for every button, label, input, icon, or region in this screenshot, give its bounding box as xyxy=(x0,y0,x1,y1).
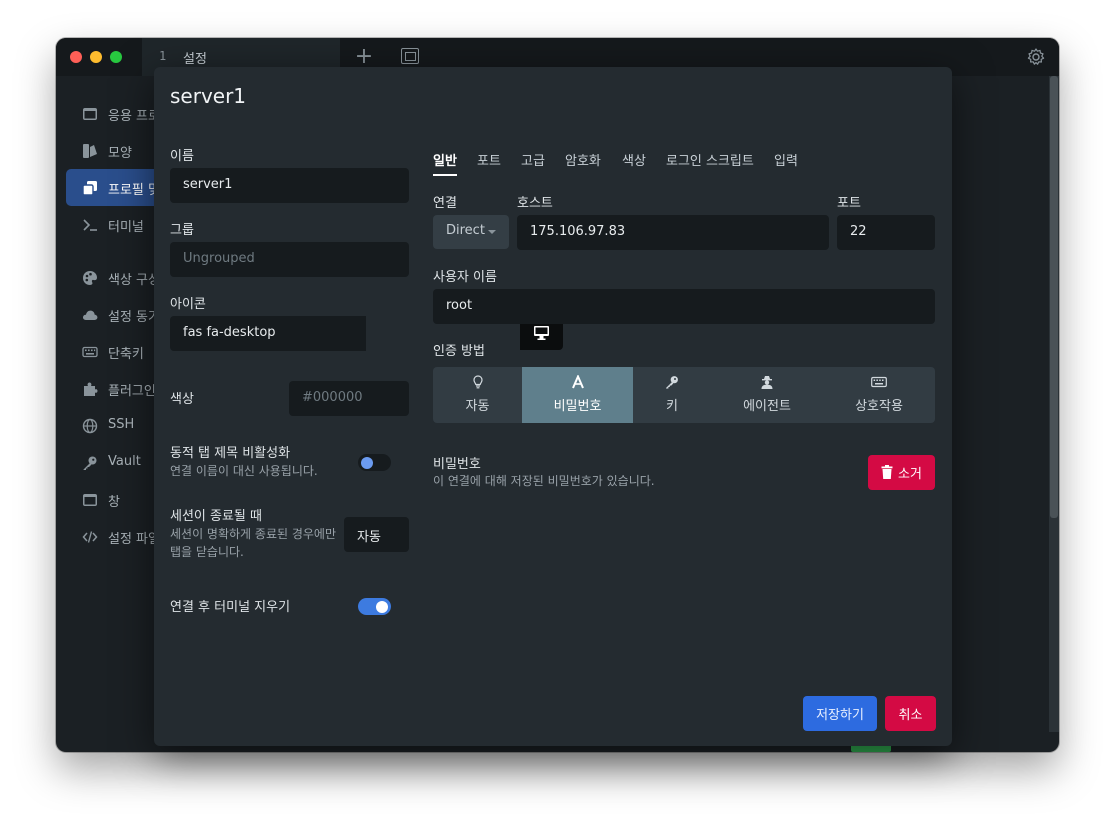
profile-edit-modal: server1 이름 server1 그룹 Ungrouped 아이콘 fas … xyxy=(154,67,952,746)
sidebar-item-label: 터미널 xyxy=(108,220,144,235)
group-label: 그룹 xyxy=(170,223,194,238)
delete-password-button[interactable]: 소거 xyxy=(868,455,935,490)
auth-option-label: 자동 xyxy=(465,399,490,414)
dynamic-title-label: 동적 탭 제목 비활성화 xyxy=(170,446,291,461)
tab-login-scripts[interactable]: 로그인 스크립트 xyxy=(666,150,754,169)
sidebar-item-label: 설정 파일 xyxy=(108,532,160,547)
tab-title: 설정 xyxy=(183,52,207,67)
group-input[interactable]: Ungrouped xyxy=(170,242,409,277)
auth-option-label: 키 xyxy=(666,399,678,414)
auth-option-auto[interactable]: 자동 xyxy=(433,367,522,423)
cancel-button[interactable]: 취소 xyxy=(885,696,936,731)
puzzle-icon xyxy=(84,382,98,396)
dynamic-title-toggle[interactable] xyxy=(358,454,391,471)
session-end-select[interactable]: 자동 xyxy=(344,517,409,552)
sidebar-item-label: Vault xyxy=(108,454,141,469)
clear-terminal-toggle[interactable] xyxy=(358,598,391,615)
tab-advanced[interactable]: 고급 xyxy=(521,150,545,169)
sidebar-item-label: 설정 동기 xyxy=(108,310,160,325)
name-label: 이름 xyxy=(170,149,194,164)
user-secret-icon xyxy=(761,376,773,389)
port-label: 포트 xyxy=(837,196,861,211)
main-scrollbar[interactable] xyxy=(1049,76,1059,732)
toggle-knob xyxy=(376,601,388,613)
connection-select[interactable]: Direct xyxy=(433,215,509,249)
layers-icon xyxy=(82,181,97,196)
save-button[interactable]: 저장하기 xyxy=(803,696,877,731)
icon-label: 아이콘 xyxy=(170,297,206,312)
session-end-desc: 세션이 명확하게 종료된 경우에만 탭을 닫습니다. xyxy=(170,527,337,559)
close-window-button[interactable] xyxy=(70,51,82,63)
sidebar-item-label: 모양 xyxy=(108,146,132,161)
key-icon xyxy=(666,376,678,389)
username-label: 사용자 이름 xyxy=(433,270,497,285)
modal-title: server1 xyxy=(170,84,247,108)
name-input[interactable]: server1 xyxy=(170,168,409,203)
tab-input[interactable]: 입력 xyxy=(774,150,798,169)
auth-option-agent[interactable]: 에이전트 xyxy=(711,367,823,423)
terminal-icon xyxy=(83,219,97,231)
trash-icon xyxy=(881,465,893,479)
font-icon xyxy=(571,375,584,389)
sidebar-item-label: 색상 구성 xyxy=(108,273,160,288)
host-input[interactable]: 175.106.97.83 xyxy=(517,215,829,250)
sidebar-item-label: 창 xyxy=(108,495,120,510)
sidebar-item-label: 프로필 및 xyxy=(108,183,160,198)
paint-brush-icon xyxy=(83,144,97,158)
color-input[interactable]: #000000 xyxy=(289,381,409,416)
keyboard-icon xyxy=(871,376,887,388)
toggle-knob xyxy=(361,457,373,469)
dynamic-title-desc: 연결 이름이 대신 사용됩니다. xyxy=(170,464,318,478)
globe-icon xyxy=(82,418,98,434)
username-input[interactable]: root xyxy=(433,289,935,324)
host-label: 호스트 xyxy=(517,196,553,211)
window-icon xyxy=(83,494,97,506)
tab-ciphers[interactable]: 암호화 xyxy=(565,150,601,169)
tab-number: 1 xyxy=(159,49,167,63)
tab-general[interactable]: 일반 xyxy=(433,150,457,169)
keyboard-icon xyxy=(82,346,98,358)
gear-icon[interactable] xyxy=(1026,47,1046,67)
connection-label: 연결 xyxy=(433,196,457,211)
chevron-down-icon xyxy=(488,230,496,234)
clear-terminal-label: 연결 후 터미널 지우기 xyxy=(170,600,291,615)
auth-option-password[interactable]: 비밀번호 xyxy=(522,367,633,423)
auth-option-label: 에이전트 xyxy=(743,399,791,414)
minimize-window-button[interactable] xyxy=(90,51,102,63)
auth-option-key[interactable]: 키 xyxy=(633,367,711,423)
key-icon xyxy=(83,456,97,470)
desktop-icon xyxy=(534,326,549,340)
sidebar-item-label: SSH xyxy=(108,417,135,432)
lightbulb-icon xyxy=(472,375,483,389)
password-label: 비밀번호 xyxy=(433,457,481,472)
auth-method-selector: 자동 비밀번호 키 에이전트 상호작용 xyxy=(433,367,935,423)
cloud-icon xyxy=(82,310,98,320)
color-label: 색상 xyxy=(170,392,194,407)
tab-colors[interactable]: 색상 xyxy=(622,150,646,169)
sidebar-item-label: 응용 프로 xyxy=(108,109,160,124)
connection-select-value: Direct xyxy=(446,223,485,238)
auth-option-label: 비밀번호 xyxy=(553,399,602,414)
tab-ports[interactable]: 포트 xyxy=(477,150,501,169)
cancel-button-label: 취소 xyxy=(898,708,923,723)
auth-option-interactive[interactable]: 상호작용 xyxy=(823,367,935,423)
delete-password-label: 소거 xyxy=(898,467,922,482)
palette-icon xyxy=(83,271,97,285)
window-list-icon[interactable] xyxy=(401,48,419,64)
save-button-label: 저장하기 xyxy=(816,708,864,723)
active-tab-underline xyxy=(433,174,457,176)
scrollbar-thumb[interactable] xyxy=(1050,76,1058,518)
password-desc: 이 연결에 대해 저장된 비밀번호가 있습니다. xyxy=(433,474,655,488)
icon-input[interactable]: fas fa-desktop xyxy=(170,316,366,351)
code-icon xyxy=(82,531,98,543)
session-end-label: 세션이 종료될 때 xyxy=(170,509,262,524)
auth-method-label: 인증 방법 xyxy=(433,344,485,359)
window-icon xyxy=(83,108,97,120)
sidebar-item-label: 플러그인 xyxy=(108,384,156,399)
maximize-window-button[interactable] xyxy=(110,51,122,63)
port-input[interactable]: 22 xyxy=(837,215,935,250)
sidebar-item-label: 단축키 xyxy=(108,347,144,362)
auth-option-label: 상호작용 xyxy=(855,399,903,414)
